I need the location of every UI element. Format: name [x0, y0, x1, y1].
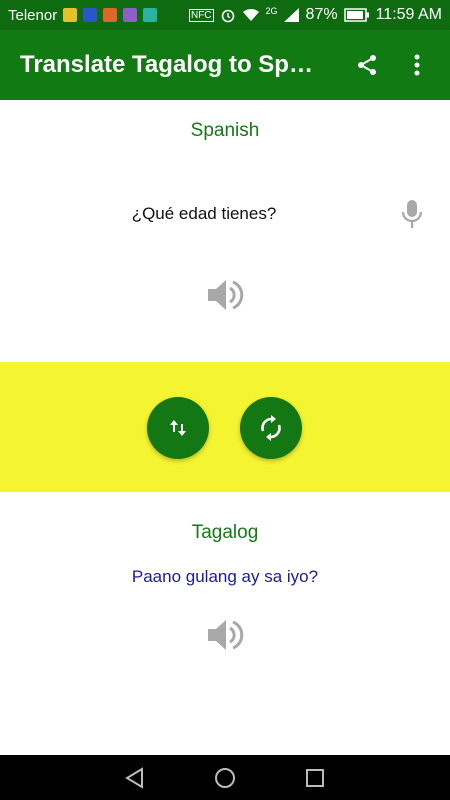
- translation-output: Paano gulang ay sa iyo?: [131, 567, 319, 586]
- microphone-button[interactable]: [398, 198, 426, 235]
- downloads-icon: [143, 8, 158, 22]
- swap-languages-button[interactable]: [147, 397, 209, 459]
- signal-icon: [283, 8, 300, 22]
- status-bar: Telenor NFC 2G 87% 11:59 AM: [0, 0, 450, 30]
- cleaner-icon: [63, 8, 78, 22]
- network-label: 2G: [265, 6, 278, 16]
- microphone-icon: [401, 200, 423, 228]
- share-button[interactable]: [352, 50, 382, 80]
- recents-square-icon: [306, 768, 324, 787]
- carrier-label: Telenor: [8, 6, 58, 24]
- speaker-icon: [208, 280, 244, 310]
- app-bar: Translate Tagalog to Spa…: [0, 30, 450, 100]
- battery-percent: 87%: [305, 6, 338, 23]
- target-panel: Tagalog Paano gulang ay sa iyo?: [0, 492, 450, 755]
- source-panel: Spanish ¿Qué edad tienes?: [0, 100, 450, 362]
- alarm-icon: [220, 7, 236, 23]
- swap-vert-icon: [170, 420, 186, 436]
- source-speaker-button[interactable]: [205, 275, 245, 315]
- source-text-input[interactable]: ¿Qué edad tienes?: [0, 204, 408, 224]
- home-button[interactable]: [210, 763, 240, 793]
- home-circle-icon: [215, 767, 235, 788]
- back-button[interactable]: [120, 763, 150, 793]
- back-triangle-icon: [125, 766, 143, 789]
- wifi-icon: [242, 8, 260, 22]
- navigation-bar: [0, 755, 450, 800]
- status-left: Telenor: [8, 6, 158, 24]
- recents-button[interactable]: [300, 763, 330, 793]
- overflow-menu-button[interactable]: [402, 50, 432, 80]
- share-icon: [358, 55, 376, 75]
- clock: 11:59 AM: [375, 6, 442, 23]
- more-vert-icon: [414, 54, 420, 76]
- status-right: NFC 2G 87% 11:59 AM: [188, 6, 442, 24]
- app-actions: [352, 50, 432, 80]
- refresh-icon: [261, 415, 281, 441]
- target-speaker-button[interactable]: [205, 615, 245, 655]
- gallery-icon: [123, 8, 138, 22]
- controls-band: [0, 362, 450, 492]
- refresh-button[interactable]: [240, 397, 302, 459]
- game-icon: [103, 8, 118, 22]
- battery-icon: [343, 8, 370, 22]
- source-language-label[interactable]: Spanish: [0, 120, 450, 142]
- speaker-icon: [208, 620, 244, 650]
- messenger-icon: [83, 8, 98, 22]
- target-language-label[interactable]: Tagalog: [0, 522, 450, 544]
- nfc-label: NFC: [188, 8, 214, 22]
- app-title: Translate Tagalog to Spa…: [20, 51, 320, 78]
